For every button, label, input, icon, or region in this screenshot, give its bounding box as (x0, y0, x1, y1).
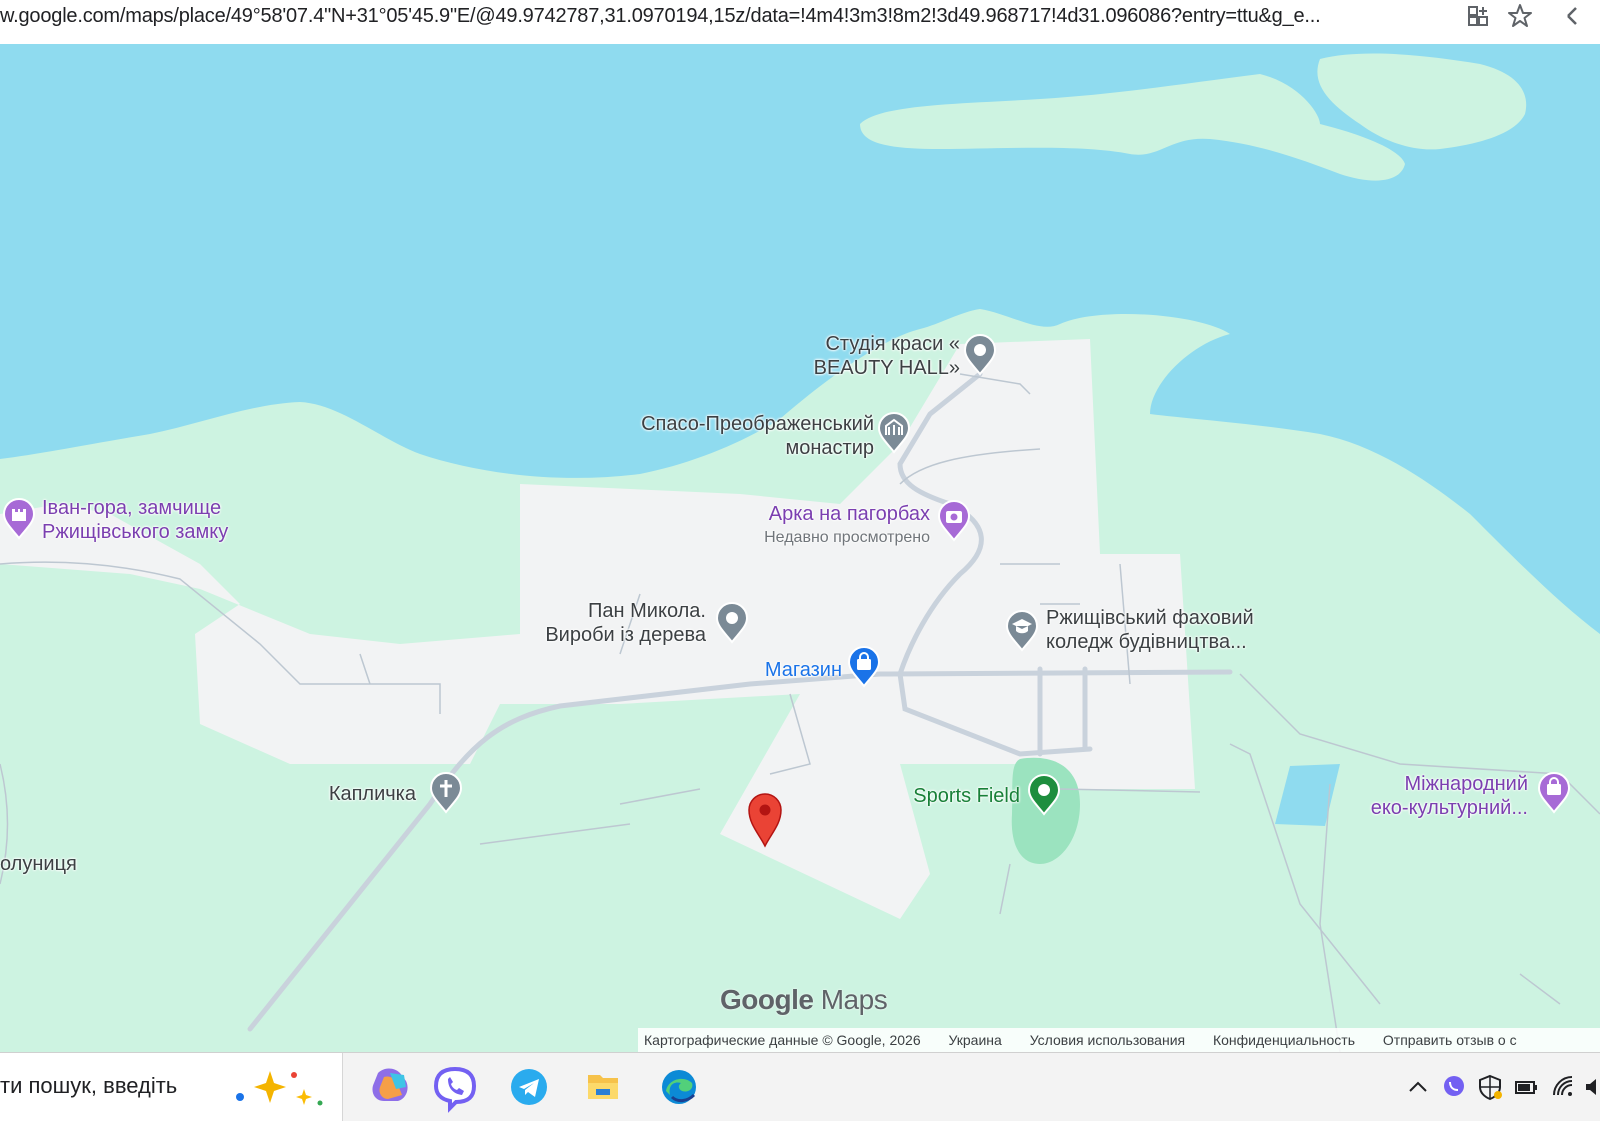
poi-label-beauty-hall[interactable]: Студія краси « BEAUTY HALL» (814, 332, 960, 380)
viber-tray-icon[interactable] (1440, 1073, 1468, 1101)
poi-label-eco[interactable]: Міжнародний еко-культурний... (1371, 772, 1528, 820)
edge-icon[interactable] (648, 1059, 710, 1115)
taskbar-search[interactable]: ти пошук, введіть (0, 1053, 343, 1121)
castle-icon[interactable] (1, 496, 37, 540)
poi-label-edge[interactable]: олуниця (0, 852, 77, 876)
poi-label-chapel[interactable]: Капличка (329, 782, 416, 806)
security-shield-icon[interactable] (1476, 1073, 1504, 1101)
viber-icon[interactable] (424, 1059, 486, 1115)
temple-icon[interactable] (876, 410, 912, 454)
bookmark-star-icon[interactable] (1506, 2, 1534, 30)
share-icon[interactable] (1560, 2, 1600, 30)
museum-icon[interactable] (1536, 770, 1572, 814)
address-bar[interactable]: w.google.com/maps/place/49°58'07.4"N+31°… (0, 0, 1600, 45)
poi-label-ivan-gora[interactable]: Іван-гора, замчище Ржищівського замку (42, 496, 228, 544)
poi-label-monastery[interactable]: Спасо-Преображенський монастир (641, 412, 874, 460)
taskbar-search-text: ти пошук, введіть (0, 1073, 178, 1098)
footer-map-data[interactable]: Картографические данные © Google, 2026 (644, 1032, 921, 1048)
shopping-bag-icon[interactable] (846, 644, 882, 688)
google-maps-logo: Google Maps (720, 984, 888, 1015)
poi-label-arka[interactable]: Арка на пагорбах Недавно просмотрено (764, 502, 930, 550)
poi-label-college[interactable]: Ржищівський фаховий коледж будівництва..… (1046, 606, 1254, 654)
sparkle-icon (236, 1071, 323, 1106)
file-explorer-icon[interactable] (572, 1059, 634, 1115)
location-marker-icon[interactable] (745, 790, 785, 848)
wifi-icon[interactable] (1550, 1073, 1578, 1101)
pin-icon[interactable] (714, 600, 750, 644)
park-icon[interactable] (1026, 772, 1062, 816)
poi-label-shop[interactable]: Магазин (765, 658, 842, 682)
footer-privacy-link[interactable]: Конфиденциальность (1213, 1032, 1355, 1048)
map-footer: Картографические данные © Google, 2026 У… (638, 1028, 1600, 1052)
footer-feedback-link[interactable]: Отправить отзыв о с (1383, 1032, 1517, 1048)
volume-icon[interactable] (1584, 1073, 1600, 1101)
taskbar: ти пошук, введіть (0, 1052, 1600, 1121)
copilot-icon[interactable] (360, 1059, 422, 1115)
poi-label-pan-mykola[interactable]: Пан Микола. Вироби із дерева (545, 599, 706, 647)
cross-icon[interactable] (428, 770, 464, 814)
extensions-icon[interactable] (1464, 2, 1492, 30)
map-canvas[interactable]: Студія краси « BEAUTY HALL» Спасо-Преобр… (0, 44, 1600, 1052)
telegram-icon[interactable] (498, 1059, 560, 1115)
chevron-up-icon[interactable] (1404, 1073, 1432, 1101)
url-text[interactable]: w.google.com/maps/place/49°58'07.4"N+31°… (0, 2, 1321, 30)
pin-icon[interactable] (962, 332, 998, 376)
footer-country: Украина (948, 1032, 1002, 1048)
school-icon[interactable] (1004, 608, 1040, 652)
camera-icon[interactable] (936, 498, 972, 542)
battery-icon[interactable] (1512, 1073, 1540, 1101)
poi-label-sports-field[interactable]: Sports Field (913, 784, 1020, 808)
footer-terms-link[interactable]: Условия использования (1030, 1032, 1185, 1048)
